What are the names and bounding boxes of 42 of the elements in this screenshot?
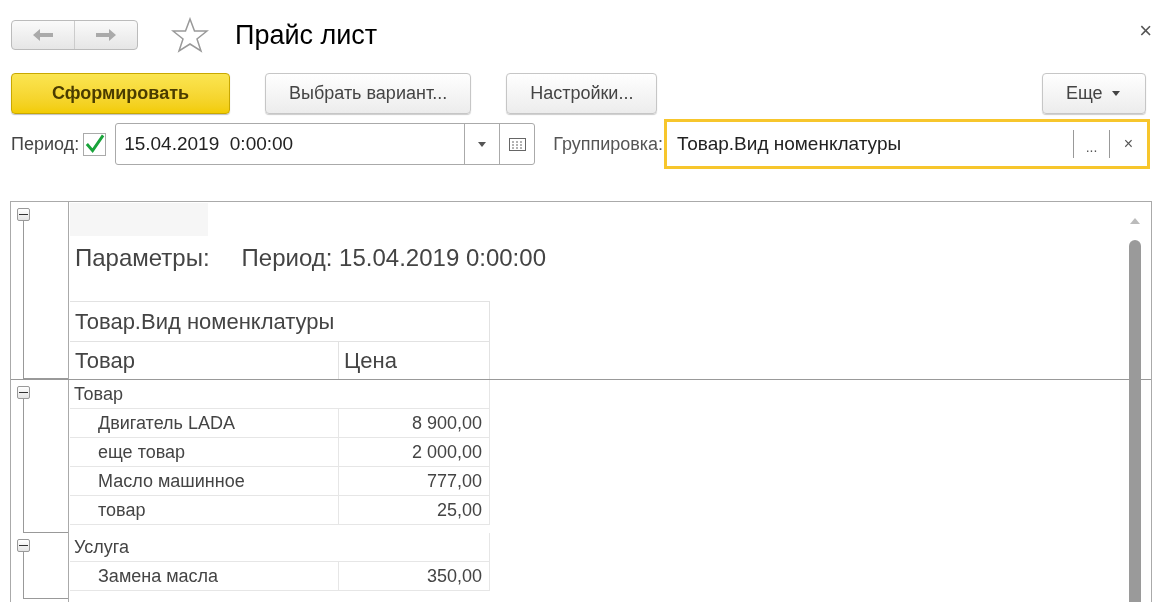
table-cell: Замена масла xyxy=(70,562,339,590)
dropdown-icon[interactable] xyxy=(478,141,487,147)
parameters-value: Период: 15.04.2019 0:00:00 xyxy=(241,243,546,273)
grouping-field[interactable]: Товар.Вид номенклатуры ... × xyxy=(664,119,1150,169)
table-cell-text: 25,00 xyxy=(435,498,483,522)
group-row: Товар xyxy=(70,380,490,409)
table-cell-text: 8 900,00 xyxy=(410,411,483,435)
star-icon[interactable] xyxy=(171,17,209,53)
generate-button[interactable]: Сформировать xyxy=(11,72,230,114)
right-arrow-icon xyxy=(95,28,117,42)
tree-line xyxy=(23,552,68,599)
collapse-icon[interactable] xyxy=(17,208,30,221)
caret-icon xyxy=(1111,90,1120,96)
period-field[interactable]: 15.04.2019 0:00:00 xyxy=(115,123,536,165)
toolbar-button[interactable]: Выбрать вариант... xyxy=(265,72,472,114)
select-button[interactable]: ... xyxy=(1074,130,1109,158)
collapse-icon[interactable] xyxy=(17,539,30,552)
collapse-icon[interactable] xyxy=(17,386,30,399)
table-cell: Масло машинное xyxy=(70,467,339,495)
table-cell: Двигатель LADA xyxy=(70,409,339,437)
toolbar-button[interactable]: Настройки... xyxy=(506,72,658,114)
window-title: Прайс лист xyxy=(235,18,378,52)
close-button[interactable]: × xyxy=(1139,13,1152,47)
parameters-label: Параметры: xyxy=(75,243,210,273)
period-checkbox[interactable] xyxy=(83,132,107,156)
table-cell: товар xyxy=(70,496,339,524)
scrollbar[interactable] xyxy=(1129,218,1141,602)
table-cell-text: 777,00 xyxy=(425,469,483,493)
left-arrow-icon xyxy=(32,28,54,42)
group-row: Услуга xyxy=(70,533,490,562)
table-cell: еще товар xyxy=(70,438,339,466)
calendar-icon[interactable] xyxy=(508,137,526,151)
grouping-label: Группировка: xyxy=(553,132,664,156)
period-label: Период: xyxy=(11,132,80,156)
scroll-up-icon[interactable] xyxy=(1130,218,1140,224)
clear-button[interactable]: × xyxy=(1110,132,1147,156)
table-cell-text: 350,00 xyxy=(425,564,483,588)
column-header: Цена xyxy=(343,347,398,375)
group-header: Товар.Вид номенклатуры xyxy=(70,302,489,342)
table-cell-text: 2 000,00 xyxy=(410,440,483,464)
more-button[interactable]: Еще xyxy=(1042,72,1146,114)
column-header: Товар xyxy=(70,342,339,379)
